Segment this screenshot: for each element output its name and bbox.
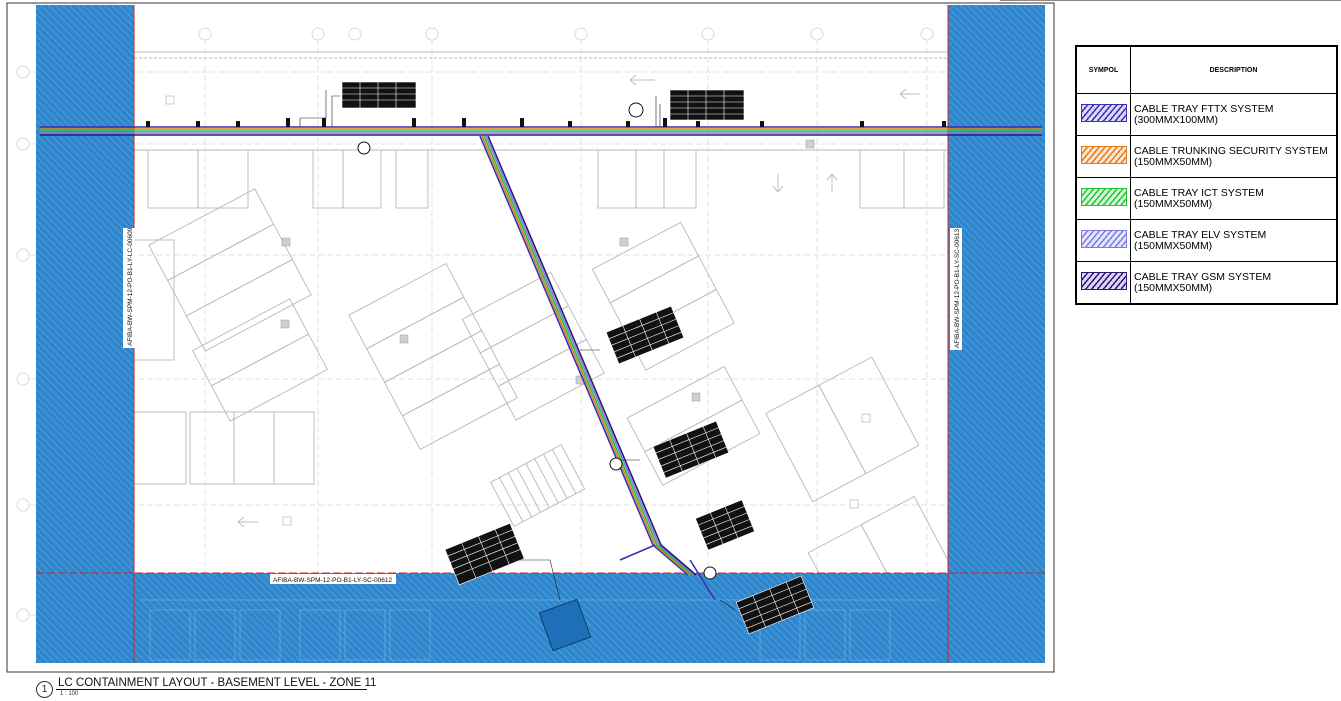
match-label-right: AFIBA-BW-SPM-12-PO-B1-LY-SC-00613 [954,229,961,348]
tray-devices [146,118,946,127]
legend-table: SYMPOL DESCRIPTION CABLE TRAY FTTX SYSTE… [1075,45,1338,305]
legend-swatch-ict [1080,188,1127,206]
match-lines [36,5,1045,663]
legend-size: (150MMX50MM) [1134,281,1213,294]
legend-size: (150MMX50MM) [1134,155,1213,168]
match-label-bottom: AFIBA-BW-SPM-12-PO-B1-LY-SC-00612 [273,577,392,584]
match-zone-left [36,5,134,663]
cable-tray-diagonal [479,135,716,601]
leader-lines [299,90,736,611]
title-underline [56,689,367,690]
grid-bubbles [16,27,934,622]
legend-row-security: CABLE TRUNKING SECURITY SYSTEM (150MMX50M… [1076,135,1337,178]
drawing-scale: 1 : 100 [60,691,79,697]
direction-arrows [237,74,920,528]
legend-size: (150MMX50MM) [1134,239,1213,252]
detail-number: 1 [36,681,53,698]
legend-swatch-elv [1080,230,1127,248]
cable-tray-horizontal [40,126,1042,136]
legend-row-gsm: CABLE TRAY GSM SYSTEM (150MMX50MM) [1076,261,1337,304]
drawing-title: LC CONTAINMENT LAYOUT - BASEMENT LEVEL -… [58,677,377,689]
sheet-border [6,2,1055,673]
columns [165,95,871,526]
legend-row-ict: CABLE TRAY ICT SYSTEM (150MMX50MM) [1076,177,1337,220]
legend-row-elv: CABLE TRAY ELV SYSTEM (150MMX50MM) [1076,219,1337,262]
legend-header-symbol: SYMPOL [1076,46,1131,94]
legend-swatch-gsm [1080,272,1127,290]
sheet-top-rule [1000,0,1341,1]
legend-swatch-security [1080,146,1127,164]
grid-lines [30,30,1045,660]
legend-size: (150MMX50MM) [1134,197,1213,210]
legend-size: (300MMX100MM) [1134,113,1219,126]
legend-row-fttx: CABLE TRAY FTTX SYSTEM (300MMX100MM) [1076,93,1337,136]
match-zone-right [948,5,1045,663]
legend-swatch-fttx [1080,104,1127,122]
legend-header-description: DESCRIPTION [1130,46,1337,94]
match-label-left: AFIBA-BW-SPM-12-PO-B1-LY-LC-00609 [127,227,134,346]
